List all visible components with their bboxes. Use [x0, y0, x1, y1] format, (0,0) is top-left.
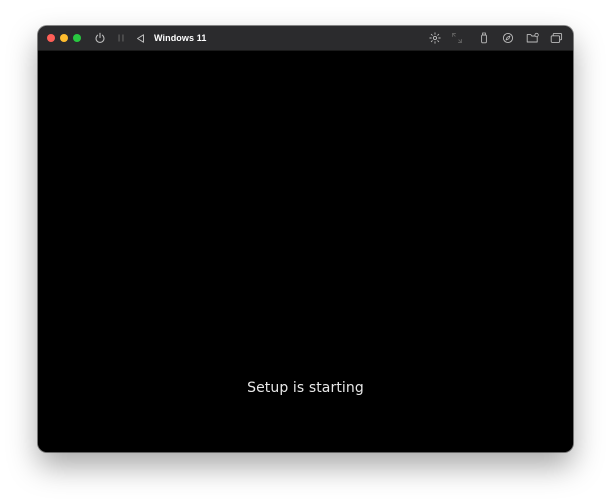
- shared-folder-compass-icon[interactable]: [499, 29, 517, 47]
- power-icon[interactable]: [91, 29, 109, 47]
- window-title: Windows 11: [154, 33, 207, 43]
- usb-icon[interactable]: [475, 29, 493, 47]
- setup-status-text: Setup is starting: [247, 380, 364, 396]
- vm-screen[interactable]: Setup is starting: [38, 51, 573, 452]
- zoom-button[interactable]: [73, 34, 81, 42]
- minimize-button[interactable]: [60, 34, 68, 42]
- folder-icon[interactable]: [523, 29, 541, 47]
- pause-icon[interactable]: [112, 29, 130, 47]
- back-triangle-icon[interactable]: [131, 29, 149, 47]
- brightness-icon[interactable]: [426, 29, 444, 47]
- vm-window: Windows 11 Setup is starting: [38, 26, 573, 452]
- close-button[interactable]: [47, 34, 55, 42]
- windows-icon[interactable]: [547, 29, 565, 47]
- title-bar[interactable]: Windows 11: [38, 26, 573, 51]
- resize-icon[interactable]: [448, 29, 466, 47]
